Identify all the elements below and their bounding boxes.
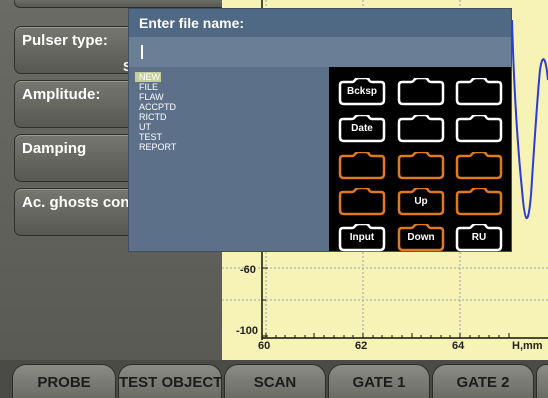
key-label: [397, 115, 445, 143]
text-caret: [141, 45, 143, 59]
key-blank[interactable]: [338, 188, 386, 216]
file-name-list: NEW FILE FLAW ACCPTD RICTD UT TEST REPOR…: [135, 72, 325, 152]
key-blank[interactable]: [455, 152, 503, 180]
key-blank[interactable]: [455, 78, 503, 106]
key-bcksp[interactable]: Bcksp: [338, 78, 386, 106]
bottom-tab-bar: PROBE TEST OBJECT SCAN GATE 1 GATE 2: [0, 360, 548, 398]
pulser-type-label: Pulser type:: [22, 32, 108, 49]
list-item[interactable]: UT: [135, 122, 325, 132]
key-input[interactable]: Input: [338, 224, 386, 252]
x-tick-label: 62: [355, 340, 367, 352]
key-up[interactable]: Up: [397, 188, 445, 216]
x-axis-unit: H,mm: [512, 340, 543, 352]
key-ru[interactable]: RU: [455, 224, 503, 252]
file-name-input[interactable]: [129, 37, 511, 67]
list-item[interactable]: TEST: [135, 132, 325, 142]
tab-gate-1[interactable]: GATE 1: [328, 364, 430, 398]
y-tick-label: -60: [240, 264, 256, 276]
key-label: [338, 152, 386, 180]
key-label: Input: [349, 232, 375, 243]
key-label: Bcksp: [346, 86, 377, 97]
tab-more[interactable]: [536, 364, 548, 398]
key-label: Up: [414, 196, 428, 207]
x-tick-label: 60: [258, 340, 270, 352]
key-label: [455, 78, 503, 106]
tab-test-object[interactable]: TEST OBJECT: [118, 364, 222, 398]
key-blank[interactable]: [397, 115, 445, 143]
tab-gate-2[interactable]: GATE 2: [432, 364, 534, 398]
y-axis-ticks: [262, 267, 268, 337]
key-blank[interactable]: [397, 152, 445, 180]
tab-probe[interactable]: PROBE: [12, 364, 116, 398]
list-item[interactable]: ACCPTD: [135, 102, 325, 112]
damping-label: Damping: [22, 140, 87, 157]
key-blank[interactable]: [338, 152, 386, 180]
key-label: [338, 188, 386, 216]
key-label: [397, 152, 445, 180]
dialog-title: Enter file name:: [129, 9, 511, 37]
key-blank[interactable]: [455, 115, 503, 143]
key-blank[interactable]: [397, 78, 445, 106]
key-label: [455, 188, 503, 216]
key-down[interactable]: Down: [397, 224, 445, 252]
list-item-new[interactable]: NEW: [135, 72, 161, 82]
signal-trace: [511, 19, 548, 220]
list-item[interactable]: FLAW: [135, 92, 325, 102]
key-label: [455, 115, 503, 143]
key-blank[interactable]: [455, 188, 503, 216]
list-item[interactable]: RICTD: [135, 112, 325, 122]
key-label: [397, 78, 445, 106]
list-item[interactable]: FILE: [135, 82, 325, 92]
key-label: Date: [351, 123, 373, 134]
key-label: [455, 152, 503, 180]
y-tick-label: -100: [236, 325, 258, 337]
key-date[interactable]: Date: [338, 115, 386, 143]
file-name-dialog: Enter file name: NEW FILE FLAW ACCPTD RI…: [128, 8, 512, 252]
x-tick-label: 64: [452, 340, 465, 352]
tab-scan[interactable]: SCAN: [224, 364, 326, 398]
pulser-type-button[interactable]: [14, 0, 232, 8]
ac-ghosts-label: Ac. ghosts con: [22, 194, 130, 211]
list-item[interactable]: REPORT: [135, 142, 325, 152]
key-label: RU: [471, 232, 487, 243]
key-label: Down: [407, 232, 435, 243]
virtual-keypad: Bcksp Date Up Input Down RU: [329, 67, 511, 252]
amplitude-label: Amplitude:: [22, 86, 101, 103]
